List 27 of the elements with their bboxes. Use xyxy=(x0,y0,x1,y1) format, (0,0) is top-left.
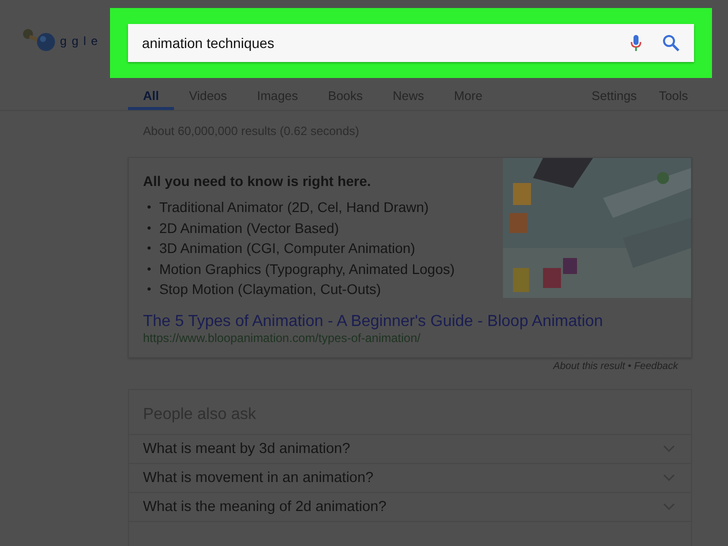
bullet: • xyxy=(147,199,152,216)
snippet-list-item: Traditional Animator (2D, Cel, Hand Drawn) xyxy=(159,198,429,217)
logo-letter: l xyxy=(83,34,86,48)
bullet: • xyxy=(147,220,152,236)
logo-letter: g xyxy=(60,34,67,48)
search-field[interactable]: animation techniques xyxy=(128,24,694,62)
question-row[interactable]: What is movement in an animation? xyxy=(129,464,691,492)
search-icon[interactable] xyxy=(662,34,680,52)
search-query: animation techniques xyxy=(142,35,276,51)
snippet-list-item: 2D Animation (Vector Based) xyxy=(159,218,339,238)
question-row[interactable]: What is the meaning of 2d animation? xyxy=(129,492,691,522)
snippet-list-item: Stop Motion (Claymation, Cut-Outs) xyxy=(159,280,381,299)
search-tab[interactable]: All xyxy=(128,82,174,110)
bullet: • xyxy=(147,240,152,257)
question-text: What is the meaning of 2d animation? xyxy=(143,498,386,514)
separator-dot: • xyxy=(628,360,632,372)
question-row[interactable]: What is meant by 3d animation? xyxy=(129,434,691,464)
question-text: What is meant by 3d animation? xyxy=(143,440,350,456)
bullet: • xyxy=(147,260,152,278)
snippet-list-item: Motion Graphics (Typography, Animated Logos) xyxy=(159,260,455,279)
bullet: • xyxy=(147,281,152,298)
logo-letter: g xyxy=(72,34,78,48)
logo-letter: e xyxy=(91,34,98,48)
microphone-icon[interactable] xyxy=(630,34,642,52)
snippet-heading: All you need to know is right here. xyxy=(143,173,372,189)
snippet-list-item: 3D Animation (CGI, Computer Animation) xyxy=(159,239,416,258)
question-text: What is movement in an animation? xyxy=(143,470,374,486)
